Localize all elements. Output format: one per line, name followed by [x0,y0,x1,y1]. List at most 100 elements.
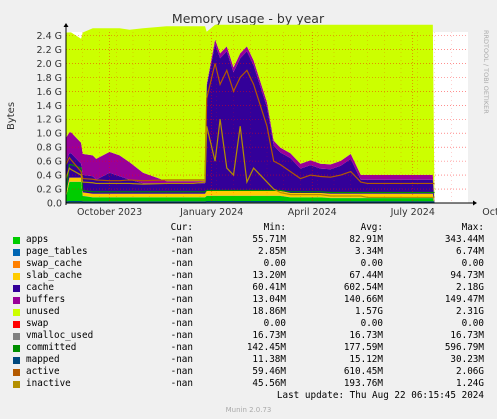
legend-cur: -nan [170,378,193,389]
y-tick-label: 1.6 G [37,87,63,98]
legend-cur: -nan [170,366,193,377]
legend-cur: -nan [170,294,193,305]
y-axis-label: Bytes [6,102,17,130]
legend-max: 149.47M [444,294,484,305]
legend-swatch [13,237,20,244]
legend-name: swap_cache [26,258,82,269]
legend-row-slab-cache: slab_cache -nan 13.20M 67.44M 94.73M [0,270,497,282]
legend-name: inactive [26,378,71,389]
legend-min: 18.86M [252,306,286,317]
legend-min: 142.45M [246,342,286,353]
legend-max: 6.74M [456,246,484,257]
legend-cur: -nan [170,234,193,245]
legend-max: 94.73M [450,270,484,281]
legend-name: unused [26,306,60,317]
last-update-text: Last update: Thu Aug 22 06:15:45 2024 [276,390,484,401]
y-tick-label: 1.8 G [37,73,63,84]
legend-swatch [13,369,20,376]
y-tick-label: 0.2 G [37,185,63,196]
legend-max: 0.00 [461,318,484,329]
y-axis-arrow [63,23,69,27]
legend-row-page-tables: page_tables -nan 2.85M 3.34M 6.74M [0,246,497,258]
legend-swatch [13,333,20,340]
legend-swatch [13,297,20,304]
legend-rows: apps -nan 55.71M 82.91M 343.44M page_tables -n… [0,234,497,390]
legend-name: page_tables [26,246,88,257]
legend-cur: -nan [170,318,193,329]
legend-avg: 0.00 [360,258,383,269]
legend-header: Cur: Min: Avg: Max: [0,222,497,234]
legend-min: 13.20M [252,270,286,281]
legend-row-buffers: buffers -nan 13.04M 140.66M 149.47M [0,294,497,306]
legend-name: apps [26,234,49,245]
legend-avg: 82.91M [349,234,383,245]
legend-row-swap-cache: swap_cache -nan 0.00 0.00 0.00 [0,258,497,270]
legend-min: 16.73M [252,330,286,341]
legend-row-active: active -nan 59.46M 610.45M 2.06G [0,366,497,378]
legend-avg: 610.45M [343,366,383,377]
legend-avg: 140.66M [343,294,383,305]
legend-name: committed [26,342,77,353]
legend-name: buffers [26,294,66,305]
legend-header-max: Max: [461,222,484,233]
legend-swatch [13,273,20,280]
legend-avg: 15.12M [349,354,383,365]
y-tick-label: 1.2 G [37,115,63,126]
legend-min: 13.04M [252,294,286,305]
legend-min: 60.41M [252,282,286,293]
y-tick-label: 0.8 G [37,143,63,154]
y-tick-label: 0.4 G [37,171,63,182]
legend-name: slab_cache [26,270,82,281]
legend-max: 2.06G [456,366,484,377]
legend-avg: 0.00 [360,318,383,329]
x-tick-label: April 2024 [288,207,337,218]
legend-name: swap [26,318,49,329]
legend-row-cache: cache -nan 60.41M 602.54M 2.18G [0,282,497,294]
legend-min: 0.00 [263,318,286,329]
y-tick-label: 0.6 G [37,157,63,168]
x-tick-label: October 2024 [482,207,497,218]
legend-max: 343.44M [444,234,484,245]
legend-swatch [13,321,20,328]
y-tick-label: 2.0 G [37,59,63,70]
legend-cur: -nan [170,354,193,365]
x-tick-label: July 2024 [390,207,435,218]
x-axis-arrow [473,200,477,206]
legend-max: 30.23M [450,354,484,365]
rrdtool-watermark: RRDTOOL / TOBI OETIKER [482,30,490,114]
legend-swatch [13,381,20,388]
y-tick-label: 1.0 G [37,129,63,140]
legend-name: cache [26,282,54,293]
legend-min: 55.71M [252,234,286,245]
legend-header-cur: Cur: [170,222,193,233]
legend-swatch [13,249,20,256]
legend-cur: -nan [170,342,193,353]
legend-cur: -nan [170,258,193,269]
legend-max: 596.79M [444,342,484,353]
legend-avg: 1.57G [355,306,383,317]
legend-header-min: Min: [263,222,286,233]
legend-max: 2.31G [456,306,484,317]
y-tick-label: 0.0 [47,199,62,210]
legend-row-mapped: mapped -nan 11.38M 15.12M 30.23M [0,354,497,366]
legend-swatch [13,261,20,268]
munin-version: Munin 2.0.73 [225,406,272,414]
legend-max: 16.73M [450,330,484,341]
legend-max: 1.24G [456,378,484,389]
legend-row-inactive: inactive -nan 45.56M 193.76M 1.24G [0,378,497,390]
legend-swatch [13,309,20,316]
legend-table: Cur: Min: Avg: Max: apps -nan 55.71M 82.91M… [0,222,497,390]
legend-name: active [26,366,60,377]
legend-cur: -nan [170,306,193,317]
legend-min: 0.00 [263,258,286,269]
legend-min: 59.46M [252,366,286,377]
legend-avg: 193.76M [343,378,383,389]
legend-min: 2.85M [258,246,286,257]
legend-header-avg: Avg: [360,222,383,233]
legend-min: 11.38M [252,354,286,365]
legend-avg: 16.73M [349,330,383,341]
legend-cur: -nan [170,282,193,293]
legend-cur: -nan [170,270,193,281]
line-mapped [65,201,435,203]
legend-row-apps: apps -nan 55.71M 82.91M 343.44M [0,234,497,246]
